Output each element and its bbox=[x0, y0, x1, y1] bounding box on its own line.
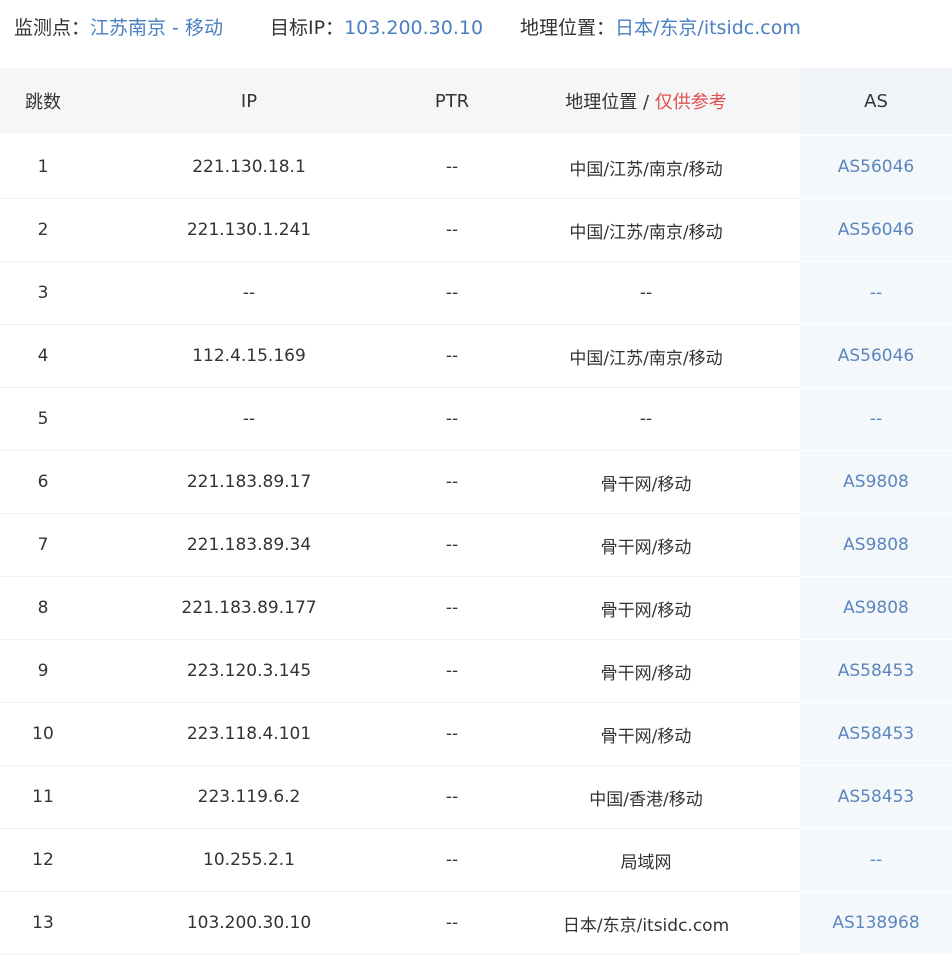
table-row: 9 223.120.3.145 -- 骨干网/移动 AS58453 bbox=[0, 639, 952, 703]
hop-cell: 4 bbox=[0, 324, 86, 388]
ip-cell: 223.118.4.101 bbox=[86, 702, 412, 766]
geo-label: 地理位置： bbox=[520, 17, 616, 39]
ptr-cell: -- bbox=[412, 513, 492, 577]
geo-header-note: 仅供参考 bbox=[654, 92, 727, 113]
table-row: 7 221.183.89.34 -- 骨干网/移动 AS9808 bbox=[0, 513, 952, 577]
table-row: 3 -- -- -- -- bbox=[0, 261, 952, 325]
as-cell[interactable]: AS138968 bbox=[800, 891, 952, 955]
ptr-cell: -- bbox=[412, 702, 492, 766]
geo-cell: -- bbox=[492, 387, 800, 451]
monitor-value: 江苏南京 - 移动 bbox=[90, 17, 223, 39]
traceroute-table: 跳数 IP PTR 地理位置 / 仅供参考 AS 1 221.130.18.1 --… bbox=[0, 68, 952, 955]
target-geo: 地理位置：日本/东京/itsidc.com bbox=[520, 14, 801, 42]
ptr-cell: -- bbox=[412, 387, 492, 451]
as-cell[interactable]: AS58453 bbox=[800, 765, 952, 829]
ip-cell: -- bbox=[86, 387, 412, 451]
geo-cell: 骨干网/移动 bbox=[492, 576, 800, 640]
geo-cell: 中国/江苏/南京/移动 bbox=[492, 198, 800, 262]
table-body: 1 221.130.18.1 -- 中国/江苏/南京/移动 AS56046 2 221.13… bbox=[0, 135, 952, 955]
ip-cell: 223.119.6.2 bbox=[86, 765, 412, 829]
table-row: 1 221.130.18.1 -- 中国/江苏/南京/移动 AS56046 bbox=[0, 135, 952, 199]
hop-cell: 10 bbox=[0, 702, 86, 766]
ip-cell: 223.120.3.145 bbox=[86, 639, 412, 703]
geo-cell: 骨干网/移动 bbox=[492, 450, 800, 514]
geo-cell: 局域网 bbox=[492, 828, 800, 892]
ip-cell: 221.130.18.1 bbox=[86, 135, 412, 199]
ptr-cell: -- bbox=[412, 576, 492, 640]
hop-cell: 11 bbox=[0, 765, 86, 829]
as-cell[interactable]: AS9808 bbox=[800, 513, 952, 577]
as-cell[interactable]: AS9808 bbox=[800, 576, 952, 640]
geo-cell: 中国/香港/移动 bbox=[492, 765, 800, 829]
hop-cell: 1 bbox=[0, 135, 86, 199]
ip-cell: 221.130.1.241 bbox=[86, 198, 412, 262]
hop-cell: 5 bbox=[0, 387, 86, 451]
target-ip: 目标IP：103.200.30.10 bbox=[270, 14, 483, 42]
hop-cell: 3 bbox=[0, 261, 86, 325]
as-cell[interactable]: AS58453 bbox=[800, 639, 952, 703]
table-row: 8 221.183.89.177 -- 骨干网/移动 AS9808 bbox=[0, 576, 952, 640]
as-cell[interactable]: AS56046 bbox=[800, 198, 952, 262]
geo-cell: 中国/江苏/南京/移动 bbox=[492, 135, 800, 199]
geo-cell: 中国/江苏/南京/移动 bbox=[492, 324, 800, 388]
ptr-cell: -- bbox=[412, 198, 492, 262]
as-cell: -- bbox=[800, 387, 952, 451]
ip-cell: 221.183.89.177 bbox=[86, 576, 412, 640]
ptr-cell: -- bbox=[412, 261, 492, 325]
column-header-ip: IP bbox=[86, 68, 412, 136]
monitor-point: 监测点：江苏南京 - 移动 bbox=[14, 14, 223, 42]
ip-cell: 221.183.89.34 bbox=[86, 513, 412, 577]
hop-cell: 12 bbox=[0, 828, 86, 892]
geo-value: 日本/东京/itsidc.com bbox=[615, 17, 801, 39]
column-header-geo: 地理位置 / 仅供参考 bbox=[492, 68, 800, 136]
geo-cell: -- bbox=[492, 261, 800, 325]
as-cell: -- bbox=[800, 828, 952, 892]
geo-cell: 骨干网/移动 bbox=[492, 513, 800, 577]
as-cell[interactable]: AS58453 bbox=[800, 702, 952, 766]
table-row: 11 223.119.6.2 -- 中国/香港/移动 AS58453 bbox=[0, 765, 952, 829]
table-header-row: 跳数 IP PTR 地理位置 / 仅供参考 AS bbox=[0, 68, 952, 136]
trace-info-bar: 监测点：江苏南京 - 移动 目标IP：103.200.30.10 地理位置：日本… bbox=[0, 0, 952, 56]
table-row: 6 221.183.89.17 -- 骨干网/移动 AS9808 bbox=[0, 450, 952, 514]
column-header-hop: 跳数 bbox=[0, 68, 86, 136]
ip-cell: 10.255.2.1 bbox=[86, 828, 412, 892]
ip-cell: 112.4.15.169 bbox=[86, 324, 412, 388]
column-header-ptr: PTR bbox=[412, 68, 492, 136]
table-row: 4 112.4.15.169 -- 中国/江苏/南京/移动 AS56046 bbox=[0, 324, 952, 388]
as-cell[interactable]: AS56046 bbox=[800, 135, 952, 199]
hop-cell: 8 bbox=[0, 576, 86, 640]
geo-header-separator: / bbox=[637, 92, 655, 113]
table-row: 12 10.255.2.1 -- 局域网 -- bbox=[0, 828, 952, 892]
ptr-cell: -- bbox=[412, 828, 492, 892]
ptr-cell: -- bbox=[412, 135, 492, 199]
ptr-cell: -- bbox=[412, 765, 492, 829]
hop-cell: 13 bbox=[0, 891, 86, 955]
ptr-cell: -- bbox=[412, 324, 492, 388]
target-value: 103.200.30.10 bbox=[344, 17, 484, 39]
target-label: 目标IP： bbox=[270, 17, 345, 39]
table-row: 5 -- -- -- -- bbox=[0, 387, 952, 451]
ip-cell: -- bbox=[86, 261, 412, 325]
as-cell[interactable]: AS56046 bbox=[800, 324, 952, 388]
ip-cell: 221.183.89.17 bbox=[86, 450, 412, 514]
hop-cell: 9 bbox=[0, 639, 86, 703]
as-cell[interactable]: AS9808 bbox=[800, 450, 952, 514]
ptr-cell: -- bbox=[412, 450, 492, 514]
geo-header-label: 地理位置 bbox=[565, 92, 638, 113]
ptr-cell: -- bbox=[412, 639, 492, 703]
geo-cell: 骨干网/移动 bbox=[492, 639, 800, 703]
ip-cell: 103.200.30.10 bbox=[86, 891, 412, 955]
as-cell: -- bbox=[800, 261, 952, 325]
geo-cell: 骨干网/移动 bbox=[492, 702, 800, 766]
geo-cell: 日本/东京/itsidc.com bbox=[492, 891, 800, 955]
table-row: 10 223.118.4.101 -- 骨干网/移动 AS58453 bbox=[0, 702, 952, 766]
table-row: 2 221.130.1.241 -- 中国/江苏/南京/移动 AS56046 bbox=[0, 198, 952, 262]
column-header-as: AS bbox=[800, 68, 952, 136]
table-row: 13 103.200.30.10 -- 日本/东京/itsidc.com AS13896… bbox=[0, 891, 952, 955]
hop-cell: 2 bbox=[0, 198, 86, 262]
hop-cell: 6 bbox=[0, 450, 86, 514]
ptr-cell: -- bbox=[412, 891, 492, 955]
hop-cell: 7 bbox=[0, 513, 86, 577]
monitor-label: 监测点： bbox=[14, 17, 91, 39]
